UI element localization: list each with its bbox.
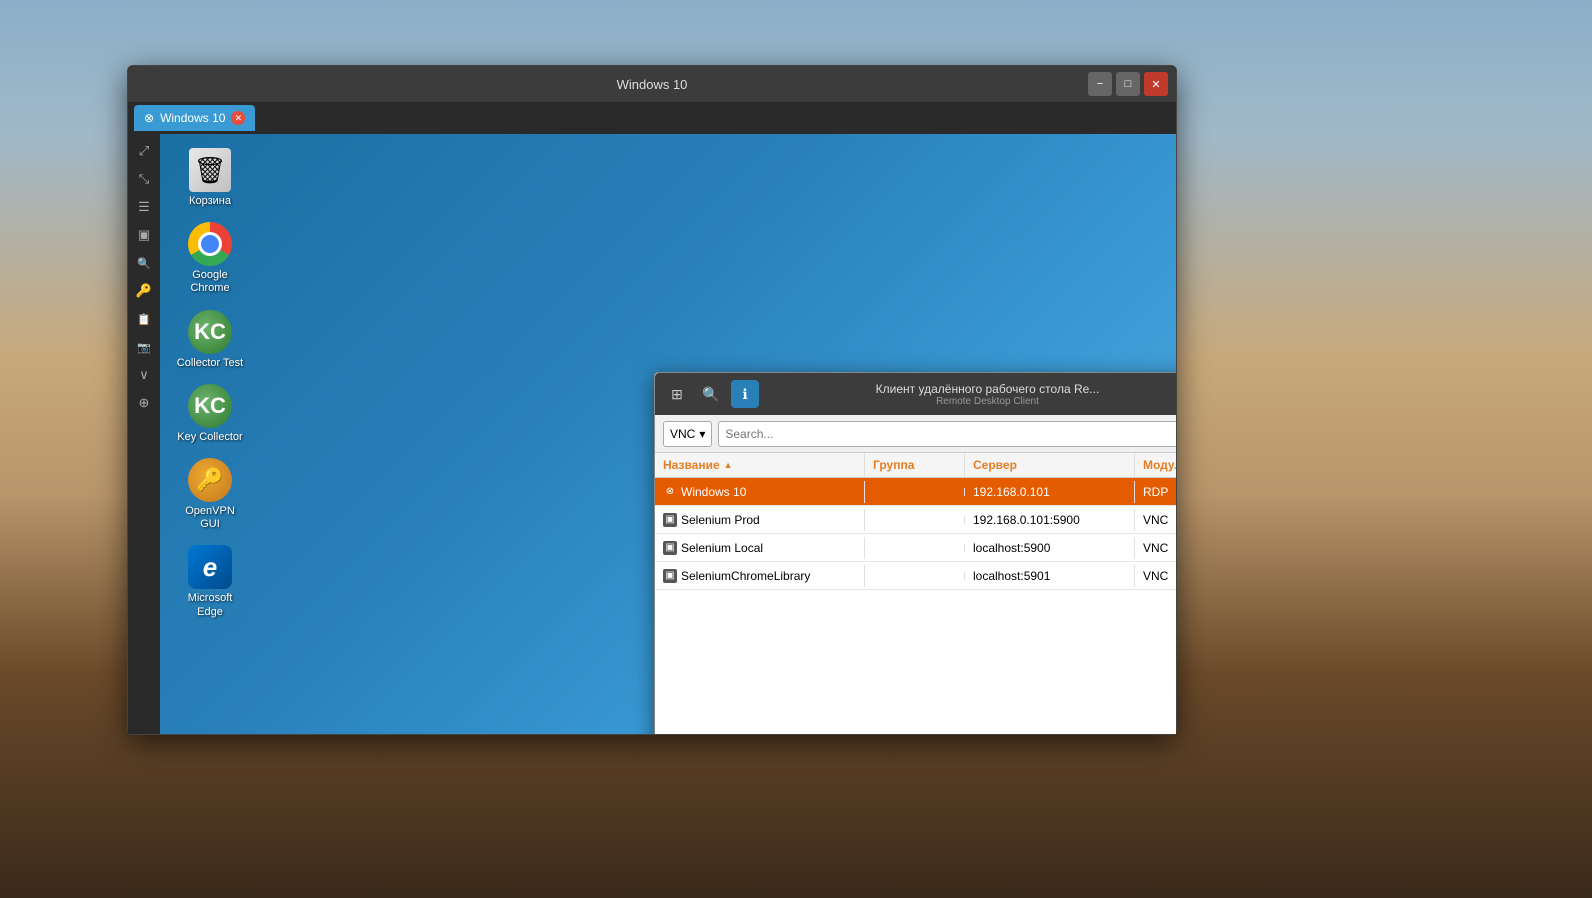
recycle-bin-image: 🗑	[189, 148, 231, 192]
edge-icon: e	[188, 545, 232, 589]
outer-window-title: Windows 10	[617, 77, 688, 92]
column-header-module: Модуль	[1135, 453, 1176, 477]
column-header-group: Группа	[865, 453, 965, 477]
row-module-selenium-local: VNC	[1135, 537, 1176, 559]
keycollector-test-label: Collector Test	[177, 357, 243, 370]
vnc-sidebar: ⤢ ⤡ ☰ ▣ 🔍 🔑 📋 📷 ∨ ⊕	[128, 134, 160, 734]
openvpn-image: 🔑	[188, 458, 232, 502]
row-group-selenium-chrome	[865, 572, 965, 580]
row-module-windows10: RDP	[1135, 481, 1176, 503]
recycle-bin-icon: 🗑	[188, 148, 232, 192]
tab-icon: ⊗	[144, 111, 154, 125]
vnc-icon: ▣	[663, 541, 677, 555]
keycollector-test-image: KC	[188, 310, 232, 354]
chrome-image	[188, 222, 232, 266]
rdc-info-icon[interactable]: ℹ	[731, 380, 759, 408]
tab-label: Windows 10	[160, 111, 225, 125]
protocol-dropdown[interactable]: VNC ▾	[663, 421, 712, 447]
row-group-selenium-local	[865, 544, 965, 552]
desktop-icon-keycollector-test[interactable]: KC Collector Test	[170, 306, 250, 374]
clipboard-icon[interactable]: 📋	[131, 306, 157, 332]
row-server-selenium-prod: 192.168.0.101:5900	[965, 509, 1135, 531]
table-body: ⊗ Windows 10 192.168.0.101 RDP 2020-12-1…	[655, 478, 1176, 734]
keycollector-image: KC	[188, 384, 232, 428]
recycle-bin-label: Корзина	[189, 195, 231, 208]
rdc-title-left-icons: ⊞ 🔍 ℹ	[663, 380, 759, 408]
link-icon[interactable]: ⊕	[131, 390, 157, 416]
rdc-fullscreen-icon[interactable]: ⊞	[663, 380, 691, 408]
rdc-toolbar: VNC ▾ ✕	[655, 415, 1176, 453]
tab-close-button[interactable]: ✕	[231, 111, 245, 125]
row-module-selenium-prod: VNC	[1135, 509, 1176, 531]
sort-arrow-icon: ▲	[724, 460, 733, 470]
row-server-windows10: 192.168.0.101	[965, 481, 1135, 503]
vnc-icon: ▣	[663, 569, 677, 583]
table-row[interactable]: ▣ Selenium Prod 192.168.0.101:5900 VNC 2…	[655, 506, 1176, 534]
arrow-down-icon[interactable]: ∨	[131, 362, 157, 388]
keycollector-label: Key Collector	[177, 431, 242, 444]
tab-bar: ⊗ Windows 10 ✕	[128, 102, 1176, 134]
zoom-icon[interactable]: 🔍	[131, 250, 157, 276]
openvpn-label: OpenVPN GUI	[174, 505, 246, 531]
row-name-windows10: ⊗ Windows 10	[655, 481, 865, 503]
desktop-icon-edge[interactable]: e Microsoft Edge	[170, 541, 250, 622]
keycollector-test-icon: KC	[188, 310, 232, 354]
rdp-icon: ⊗	[663, 485, 677, 499]
camera-icon[interactable]: 📷	[131, 334, 157, 360]
vnc-icon: ▣	[663, 513, 677, 527]
row-name-selenium-local: ▣ Selenium Local	[655, 537, 865, 559]
row-name-selenium-chrome: ▣ SeleniumChromeLibrary	[655, 565, 865, 587]
snapshot-icon[interactable]: ▣	[131, 222, 157, 248]
windows10-desktop: 🗑 Корзина Google Chrome KC Collec	[160, 134, 1176, 734]
search-input[interactable]	[718, 421, 1176, 447]
column-header-server: Сервер	[965, 453, 1135, 477]
rdc-title-sub: Remote Desktop Client	[765, 396, 1176, 407]
table-header: Название ▲ Группа Сервер Модуль Последни…	[655, 453, 1176, 478]
rdc-search-icon[interactable]: 🔍	[697, 380, 725, 408]
desktop-icon-openvpn[interactable]: 🔑 OpenVPN GUI	[170, 454, 250, 535]
tab-windows10[interactable]: ⊗ Windows 10 ✕	[134, 105, 255, 131]
desktop-icons: 🗑 Корзина Google Chrome KC Collec	[170, 144, 250, 623]
minimize-button[interactable]: −	[1088, 72, 1112, 96]
desktop-icon-keycollector[interactable]: KC Key Collector	[170, 380, 250, 448]
outer-window-controls: − □ ✕	[1088, 72, 1168, 96]
fullscreen2-icon[interactable]: ⤡	[131, 166, 157, 192]
key-icon[interactable]: 🔑	[131, 278, 157, 304]
outer-titlebar: Windows 10 − □ ✕	[128, 66, 1176, 102]
row-name-selenium-prod: ▣ Selenium Prod	[655, 509, 865, 531]
table-row[interactable]: ⊗ Windows 10 192.168.0.101 RDP 2020-12-1…	[655, 478, 1176, 506]
outer-vnc-window: Windows 10 − □ ✕ ⊗ Windows 10 ✕ ⤢ ⤡ ☰ ▣ …	[127, 65, 1177, 735]
row-server-selenium-local: localhost:5900	[965, 537, 1135, 559]
row-group-selenium-prod	[865, 516, 965, 524]
chrome-label: Google Chrome	[174, 269, 246, 295]
menu-icon[interactable]: ☰	[131, 194, 157, 220]
protocol-label: VNC	[670, 427, 695, 441]
table-row[interactable]: ▣ SeleniumChromeLibrary localhost:5901 V…	[655, 562, 1176, 590]
openvpn-icon: 🔑	[188, 458, 232, 502]
maximize-button[interactable]: □	[1116, 72, 1140, 96]
rdc-title-main: Клиент удалённого рабочего стола Re...	[765, 382, 1176, 396]
edge-image: e	[188, 545, 232, 589]
edge-label: Microsoft Edge	[174, 592, 246, 618]
column-header-name[interactable]: Название ▲	[655, 453, 865, 477]
outer-body: ⤢ ⤡ ☰ ▣ 🔍 🔑 📋 📷 ∨ ⊕ 🗑 Корзина	[128, 134, 1176, 734]
keycollector-icon: KC	[188, 384, 232, 428]
close-button[interactable]: ✕	[1144, 72, 1168, 96]
desktop-icon-chrome[interactable]: Google Chrome	[170, 218, 250, 299]
chrome-icon	[188, 222, 232, 266]
rdc-window: ⊞ 🔍 ℹ Клиент удалённого рабочего стола R…	[654, 372, 1176, 734]
fullscreen-icon[interactable]: ⤢	[131, 138, 157, 164]
row-group-windows10	[865, 488, 965, 496]
row-module-selenium-chrome: VNC	[1135, 565, 1176, 587]
rdc-titlebar: ⊞ 🔍 ℹ Клиент удалённого рабочего стола R…	[655, 373, 1176, 415]
rdc-title-text: Клиент удалённого рабочего стола Re... R…	[765, 382, 1176, 407]
table-row[interactable]: ▣ Selenium Local localhost:5900 VNC 2020…	[655, 534, 1176, 562]
dropdown-arrow-icon: ▾	[699, 427, 705, 441]
desktop-icon-recycle-bin[interactable]: 🗑 Корзина	[170, 144, 250, 212]
row-server-selenium-chrome: localhost:5901	[965, 565, 1135, 587]
